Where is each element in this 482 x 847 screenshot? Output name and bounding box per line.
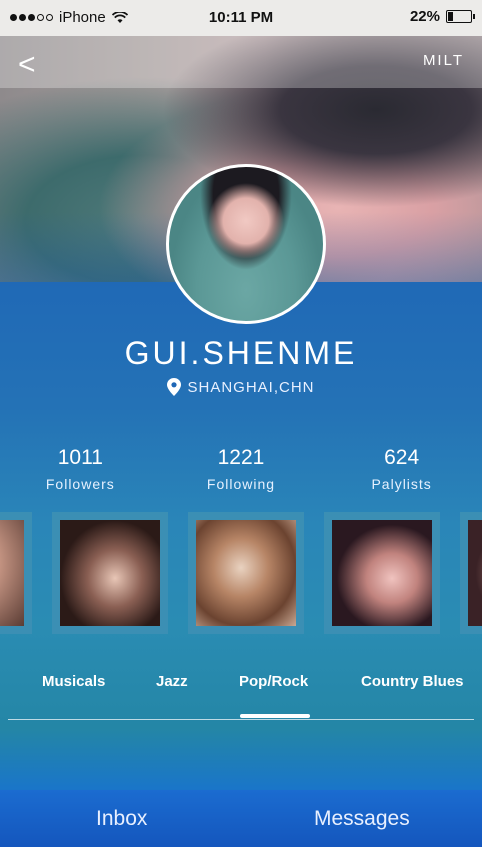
stat-label: Following (206, 476, 276, 492)
album-cover[interactable] (0, 512, 32, 634)
stat-following[interactable]: 1221 Following (171, 446, 311, 492)
album-art (60, 520, 160, 626)
tab-country-blues[interactable]: Country Blues (361, 673, 464, 690)
genre-tabs: Musicals Jazz Pop/Rock Country Blues (0, 668, 482, 722)
battery-icon (446, 10, 475, 23)
tab-jazz[interactable]: Jazz (156, 673, 188, 690)
stat-label: Palylists (371, 476, 432, 492)
album-cover[interactable] (324, 512, 440, 634)
bottom-tab-bar: Inbox Messages (0, 790, 482, 847)
avatar[interactable] (166, 164, 326, 324)
status-right: 22% (409, 8, 475, 25)
divider (8, 719, 474, 720)
nav-bar (0, 36, 482, 88)
location-pin-icon (167, 378, 182, 396)
album-cover[interactable] (52, 512, 168, 634)
album-art (468, 520, 482, 626)
selected-tab-indicator (240, 714, 310, 718)
stat-value: 1221 (217, 446, 265, 469)
profile-screen: iPhone 10:11 PM 22% < MILT GUI.SHENME SH (0, 0, 482, 847)
album-cover[interactable] (460, 512, 482, 634)
album-art (332, 520, 432, 626)
album-art (196, 520, 296, 626)
profile-name: GUI.SHENME (124, 335, 358, 371)
album-art (0, 520, 24, 626)
stat-playlists[interactable]: 624 Palylists (332, 446, 472, 492)
profile-stats: 1011 Followers 1221 Following 624 Palyli… (0, 446, 482, 492)
status-bar: iPhone 10:11 PM 22% (0, 0, 482, 36)
stat-followers[interactable]: 1011 Followers (10, 446, 150, 492)
battery-percent: 22% (409, 8, 440, 25)
milt-button[interactable]: MILT (423, 52, 464, 69)
back-chevron-icon[interactable]: < (18, 50, 36, 80)
battery-fill (448, 12, 453, 21)
tab-pop-rock[interactable]: Pop/Rock (239, 673, 308, 690)
tab-inbox[interactable]: Inbox (96, 807, 147, 831)
album-cover[interactable] (188, 512, 304, 634)
stat-value: 1011 (57, 446, 103, 469)
stat-label: Followers (45, 476, 115, 492)
tab-musicals[interactable]: Musicals (42, 673, 105, 690)
album-carousel[interactable] (0, 512, 482, 634)
location-label: SHANGHAI,CHN (187, 378, 315, 396)
tab-messages[interactable]: Messages (314, 807, 410, 831)
profile-location: SHANGHAI,CHN (0, 378, 482, 396)
stat-value: 624 (384, 446, 420, 469)
